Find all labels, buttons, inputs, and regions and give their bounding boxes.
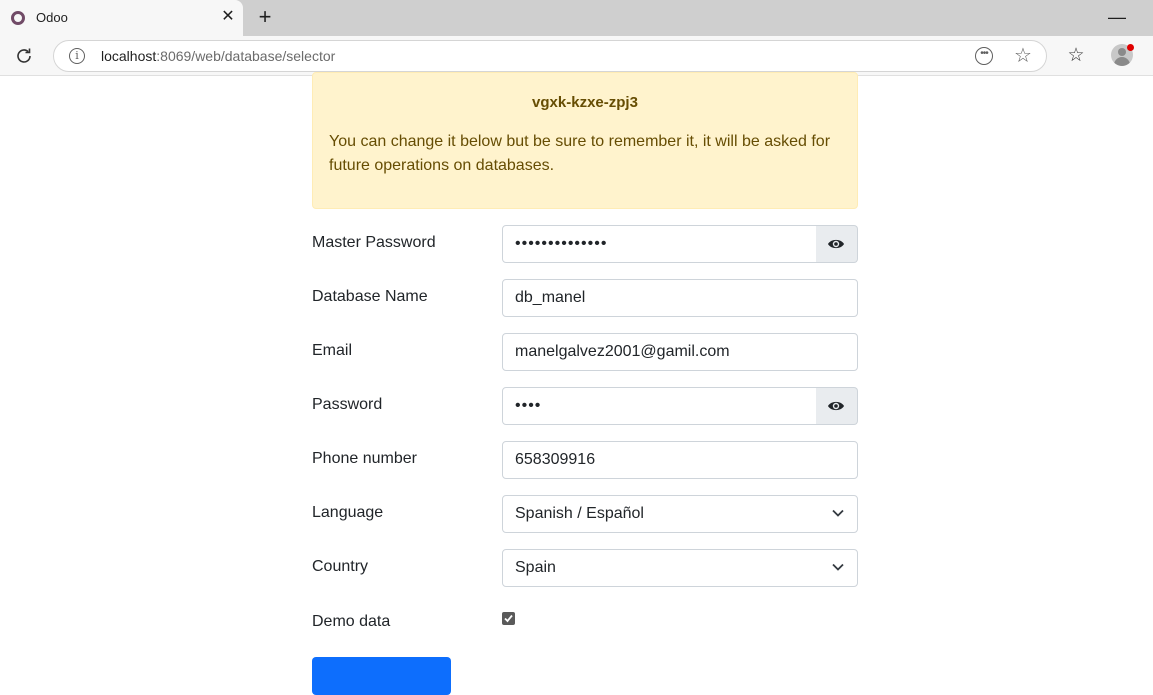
email-label: Email — [312, 342, 353, 359]
reader-icon[interactable]: ••• — [975, 47, 993, 65]
demo-data-row: Demo data — [312, 609, 858, 647]
address-bar[interactable]: i localhost:8069/web/database/selector •… — [53, 40, 1047, 72]
master-password-row: Master Password •••••••••••••• — [312, 225, 858, 263]
email-input[interactable]: manelgalvez2001@gamil.com — [502, 333, 858, 371]
phone-label: Phone number — [312, 450, 417, 467]
create-database-button[interactable] — [312, 657, 451, 695]
reload-icon[interactable] — [14, 46, 34, 66]
master-password-label: Master Password — [312, 234, 436, 251]
show-password-button[interactable] — [816, 387, 858, 425]
tab-title: Odoo — [36, 10, 68, 25]
demo-data-checkbox[interactable] — [502, 612, 515, 625]
close-icon[interactable]: ✕ — [219, 8, 237, 26]
password-row: Password •••• — [312, 387, 858, 425]
database-name-label: Database Name — [312, 288, 428, 305]
language-row: Language Spanish / Español — [312, 495, 858, 533]
database-name-row: Database Name db_manel — [312, 279, 858, 317]
master-password-input[interactable]: •••••••••••••• — [502, 225, 817, 263]
phone-input[interactable]: 658309916 — [502, 441, 858, 479]
language-label: Language — [312, 504, 384, 521]
email-row: Email manelgalvez2001@gamil.com — [312, 333, 858, 371]
info-icon[interactable]: i — [69, 48, 85, 64]
password-input[interactable]: •••• — [502, 387, 817, 425]
country-select[interactable]: Spain — [502, 549, 858, 587]
minimize-icon[interactable]: — — [1108, 8, 1126, 26]
eye-icon — [828, 239, 844, 249]
password-label: Password — [312, 396, 383, 413]
browser-tab[interactable]: Odoo ✕ — [0, 0, 243, 36]
chevron-down-icon — [832, 563, 844, 571]
phone-row: Phone number 658309916 — [312, 441, 858, 479]
tab-strip: Odoo ✕ + — — [0, 0, 1153, 36]
star-icon[interactable]: ☆ — [1012, 45, 1034, 67]
demo-data-label: Demo data — [312, 613, 391, 630]
plus-icon[interactable]: + — [254, 6, 276, 28]
checkmark-icon — [504, 614, 513, 623]
alert-message: You can change it below but be sure to r… — [329, 133, 831, 174]
master-password-alert: vgxk-kzxe-zpj3 You can change it below b… — [312, 72, 858, 209]
show-master-password-button[interactable] — [816, 225, 858, 263]
eye-icon — [828, 401, 844, 411]
master-password-code: vgxk-kzxe-zpj3 — [532, 94, 638, 111]
notification-dot — [1127, 44, 1134, 51]
country-row: Country Spain — [312, 549, 858, 587]
database-name-input[interactable]: db_manel — [502, 279, 858, 317]
url-text[interactable]: localhost:8069/web/database/selector — [101, 48, 335, 64]
favorites-icon[interactable]: ☆ — [1064, 44, 1088, 68]
chevron-down-icon — [832, 509, 844, 517]
country-label: Country — [312, 558, 369, 575]
odoo-favicon-icon — [11, 11, 25, 25]
language-select[interactable]: Spanish / Español — [502, 495, 858, 533]
browser-toolbar: i localhost:8069/web/database/selector •… — [0, 36, 1153, 76]
